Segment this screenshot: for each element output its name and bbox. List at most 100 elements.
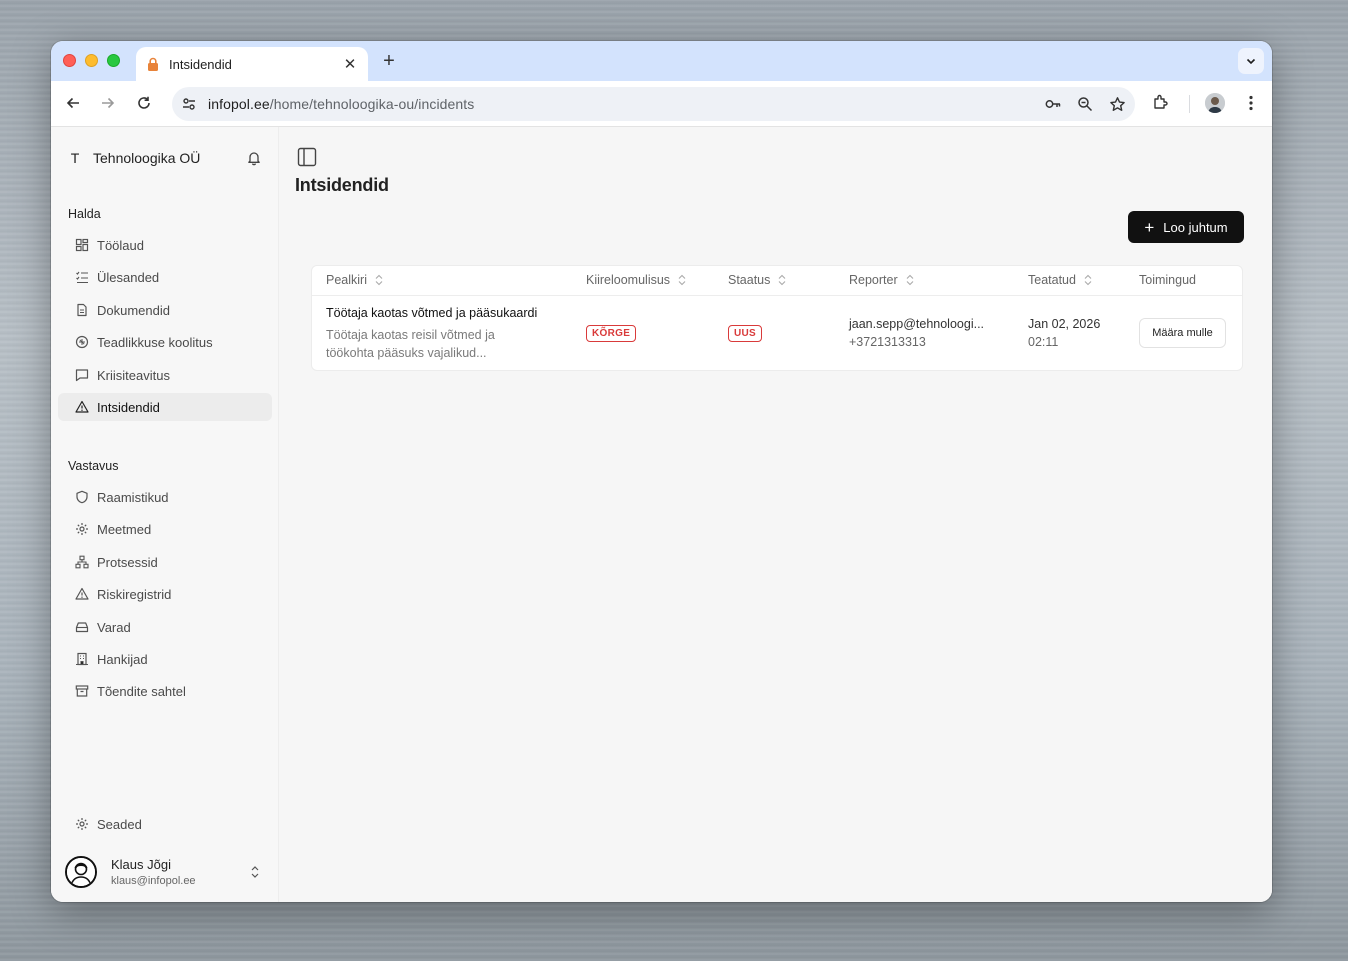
- sort-icon: [375, 274, 383, 286]
- column-header-status[interactable]: Staatus: [728, 273, 786, 287]
- sidebar-item-varad[interactable]: Varad: [58, 613, 272, 641]
- message-icon: [75, 368, 89, 382]
- sidebar-item-ulesanded[interactable]: Ülesanded: [58, 263, 272, 291]
- sidebar-item-raamistikud[interactable]: Raamistikud: [58, 483, 272, 511]
- browser-window: Intsidendid ✕ + infopol.ee/home/tehnoloo…: [51, 41, 1272, 902]
- reporter-cell: jaan.sepp@tehnoloogi... +3721313313: [849, 315, 984, 351]
- sort-icon: [779, 274, 786, 286]
- back-button[interactable]: [63, 93, 83, 113]
- zoom-icon[interactable]: [1075, 94, 1095, 114]
- column-header-urgency[interactable]: Kiireloomulisus: [586, 273, 686, 287]
- site-settings-icon[interactable]: [180, 95, 198, 113]
- column-label: Kiireloomulisus: [586, 273, 671, 287]
- workflow-icon: [75, 555, 89, 569]
- new-tab-button[interactable]: +: [379, 51, 399, 71]
- sidebar-item-label: Töölaud: [97, 237, 144, 253]
- password-key-icon[interactable]: [1043, 94, 1063, 114]
- arrow-right-icon: [102, 97, 115, 109]
- gear-icon: [75, 522, 89, 536]
- assign-to-me-button[interactable]: Määra mulle: [1139, 318, 1226, 348]
- user-info: Klaus Jõgi klaus@infopol.ee: [111, 857, 248, 887]
- sidebar-toggle-icon[interactable]: [297, 147, 317, 167]
- profile-avatar[interactable]: [1205, 93, 1225, 113]
- tab-title: Intsidendid: [169, 56, 232, 72]
- sidebar-item-label: Meetmed: [97, 521, 152, 537]
- column-header-reporter[interactable]: Reporter: [849, 273, 914, 287]
- urgency-badge: KÕRGE: [586, 325, 637, 342]
- gear-icon: [75, 817, 89, 831]
- warning-icon: [75, 400, 89, 414]
- lock-favicon-icon: [148, 57, 158, 71]
- reported-time: 02:11: [1028, 335, 1059, 349]
- reload-icon: [138, 96, 150, 109]
- sidebar-item-riskiregistrid[interactable]: Riskiregistrid: [58, 580, 272, 608]
- minimize-window-button[interactable]: [85, 54, 98, 67]
- column-header-reported[interactable]: Teatatud: [1028, 273, 1092, 287]
- status-badge: UUS: [728, 325, 763, 342]
- column-label: Pealkiri: [326, 273, 367, 287]
- sort-icon: [906, 274, 914, 286]
- incident-title-cell: Töötaja kaotas võtmed ja pääsukaardi Töö…: [326, 306, 537, 362]
- browser-menu-icon[interactable]: [1241, 93, 1261, 113]
- sidebar-item-intsidendid[interactable]: Intsidendid: [58, 393, 272, 421]
- archive-icon: [75, 684, 89, 698]
- url-domain: infopol.ee: [208, 96, 270, 112]
- page-title: Intsidendid: [295, 175, 389, 195]
- chevron-down-icon: [1246, 58, 1256, 65]
- training-icon: [75, 335, 89, 349]
- actions-cell: Määra mulle: [1139, 318, 1226, 348]
- column-header-title[interactable]: Pealkiri: [326, 273, 383, 287]
- reload-button[interactable]: [134, 93, 154, 113]
- org-initial: T: [70, 150, 80, 166]
- reporter-phone: +3721313313: [849, 335, 926, 349]
- sidebar-item-teadlikkuse-koolitus[interactable]: Teadlikkuse koolitus: [58, 328, 272, 356]
- sidebar: T Tehnoloogika OÜ Halda Töölaud Ülesande…: [51, 127, 279, 902]
- address-bar[interactable]: infopol.ee/home/tehnoloogika-ou/incident…: [172, 87, 1135, 121]
- section-title-compliance: Vastavus: [68, 459, 119, 473]
- create-incident-button[interactable]: + Loo juhtum: [1128, 211, 1244, 243]
- sidebar-item-label: Teadlikkuse koolitus: [97, 334, 213, 350]
- extensions-icon[interactable]: [1152, 93, 1172, 113]
- address-bar-actions: [1043, 94, 1127, 114]
- sidebar-item-label: Ülesanded: [97, 269, 160, 285]
- url-text: infopol.ee/home/tehnoloogika-ou/incident…: [208, 96, 474, 112]
- chevron-up-down-icon: [251, 866, 259, 878]
- building-icon: [75, 652, 89, 666]
- tasks-icon: [75, 270, 89, 284]
- reported-cell: Jan 02, 2026 02:11: [1028, 315, 1100, 351]
- sidebar-item-protsessid[interactable]: Protsessid: [58, 548, 272, 576]
- tab-close-icon[interactable]: ✕: [342, 55, 358, 73]
- browser-toolbar: infopol.ee/home/tehnoloogika-ou/incident…: [51, 81, 1272, 127]
- sidebar-item-kriisiteavitus[interactable]: Kriisiteavitus: [58, 361, 272, 389]
- forward-button[interactable]: [98, 93, 118, 113]
- browser-tab[interactable]: Intsidendid ✕: [136, 47, 368, 81]
- sidebar-item-meetmed[interactable]: Meetmed: [58, 515, 272, 543]
- table-row[interactable]: Töötaja kaotas võtmed ja pääsukaardi Töö…: [312, 296, 1242, 370]
- bookmark-star-icon[interactable]: [1107, 94, 1127, 114]
- sidebar-item-label: Varad: [97, 619, 131, 635]
- zoom-window-button[interactable]: [107, 54, 120, 67]
- sidebar-item-dokumendid[interactable]: Dokumendid: [58, 296, 272, 324]
- sidebar-item-label: Tõendite sahtel: [97, 683, 186, 699]
- sidebar-item-label: Dokumendid: [97, 302, 170, 318]
- dashboard-icon: [75, 238, 89, 252]
- document-icon: [75, 303, 89, 317]
- close-window-button[interactable]: [63, 54, 76, 67]
- app-container: T Tehnoloogika OÜ Halda Töölaud Ülesande…: [51, 127, 1272, 902]
- section-title-manage: Halda: [68, 207, 101, 221]
- sidebar-item-toolaud[interactable]: Töölaud: [58, 231, 272, 259]
- reporter-email: jaan.sepp@tehnoloogi...: [849, 317, 985, 331]
- sidebar-item-label: Protsessid: [97, 554, 158, 570]
- sidebar-item-seaded[interactable]: Seaded: [58, 810, 272, 838]
- sidebar-item-label: Riskiregistrid: [97, 586, 172, 602]
- sidebar-item-toendite-sahtel[interactable]: Tõendite sahtel: [58, 677, 272, 705]
- incident-description: Töötaja kaotas reisil võtmed ja töökohta…: [326, 328, 495, 360]
- sidebar-item-label: Kriisiteavitus: [97, 367, 170, 383]
- user-menu[interactable]: Klaus Jõgi klaus@infopol.ee: [65, 854, 268, 890]
- column-label: Toimingud: [1139, 273, 1196, 287]
- tab-search-button[interactable]: [1238, 48, 1264, 74]
- sidebar-item-hankijad[interactable]: Hankijad: [58, 645, 272, 673]
- avatar: [65, 856, 97, 888]
- org-switcher[interactable]: T Tehnoloogika OÜ: [65, 147, 268, 169]
- bell-icon[interactable]: [246, 150, 262, 166]
